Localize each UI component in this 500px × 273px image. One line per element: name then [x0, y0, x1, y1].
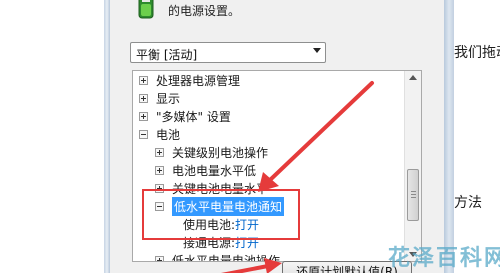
expand-icon[interactable] — [155, 255, 164, 261]
tree-item-label: 电池 — [156, 127, 181, 142]
tree-item-label: 电池电量水平低 — [172, 163, 257, 178]
tree-item-display[interactable]: 显示 — [139, 89, 180, 107]
screenshot-root: 我们拖动 方法 的电源设置。 平衡 [活动] 处理器电源管理 显示 "多媒体" … — [0, 0, 500, 273]
setting-value-link[interactable]: 打开 — [235, 234, 259, 251]
tree-item-processor[interactable]: 处理器电源管理 — [139, 71, 240, 89]
grip-line — [411, 197, 416, 198]
tree-item-label: 关键级别电池操作 — [172, 145, 269, 160]
background-text: 我们拖动 — [454, 45, 500, 61]
background-left — [0, 0, 106, 273]
tree-item-label: 关键电池电量水平 — [172, 181, 269, 196]
expand-icon[interactable] — [139, 75, 148, 85]
expand-icon[interactable] — [139, 111, 148, 121]
expand-icon[interactable] — [155, 147, 164, 157]
tree-item-label: 显示 — [156, 91, 181, 106]
background-right: 我们拖动 方法 — [454, 0, 500, 273]
tree-item-battery[interactable]: 电池 — [139, 125, 180, 143]
setting-plugged-in[interactable]: 接通电源: 打开 — [183, 233, 259, 251]
battery-icon — [138, 0, 154, 19]
dialog-description: 的电源设置。 — [168, 4, 241, 18]
site-watermark: 花泽百科网 — [388, 246, 500, 271]
window-right-frame — [444, 0, 454, 273]
setting-label: 接通电源: — [183, 235, 236, 250]
tree-item-label: "多媒体" 设置 — [156, 109, 231, 124]
advanced-settings-tree[interactable]: 处理器电源管理 显示 "多媒体" 设置 电池 关键级别电池操作 电池电量水平低 … — [132, 70, 422, 262]
collapse-icon[interactable] — [155, 201, 164, 211]
tree-item-low-battery-action[interactable]: 低水平电量电池操作 — [155, 251, 281, 262]
power-plan-select[interactable]: 平衡 [活动] — [130, 42, 326, 63]
setting-on-battery[interactable]: 使用电池: 打开 — [183, 215, 259, 233]
grip-line — [411, 194, 416, 195]
tree-item-low-battery-level[interactable]: 电池电量水平低 — [155, 161, 256, 179]
tree-item-critical-battery-action[interactable]: 关键级别电池操作 — [155, 143, 268, 161]
tree-item-label: 低水平电量电池操作 — [172, 253, 281, 262]
tree-item-label: 处理器电源管理 — [156, 73, 241, 88]
tree-item-critical-battery-level[interactable]: 关键电池电量水平 — [155, 179, 268, 197]
setting-label: 使用电池: — [183, 217, 236, 232]
scroll-up-icon[interactable] — [409, 75, 417, 80]
power-plan-select-value: 平衡 [活动] — [136, 48, 198, 62]
grip-line — [411, 191, 416, 192]
tree-item-low-battery-notification[interactable]: 低水平电量电池通知 — [155, 196, 285, 216]
expand-icon[interactable] — [155, 165, 164, 175]
expand-icon[interactable] — [139, 93, 148, 103]
setting-value-link[interactable]: 打开 — [235, 216, 259, 233]
tree-scrollbar[interactable] — [404, 71, 421, 261]
background-text-2: 方法 — [454, 195, 482, 211]
scroll-thumb[interactable] — [407, 169, 419, 221]
tree-item-multimedia[interactable]: "多媒体" 设置 — [139, 107, 231, 125]
chevron-down-icon — [313, 48, 321, 53]
expand-icon[interactable] — [155, 183, 164, 193]
collapse-icon[interactable] — [139, 129, 148, 139]
tree-item-label-selected: 低水平电量电池通知 — [172, 196, 285, 216]
